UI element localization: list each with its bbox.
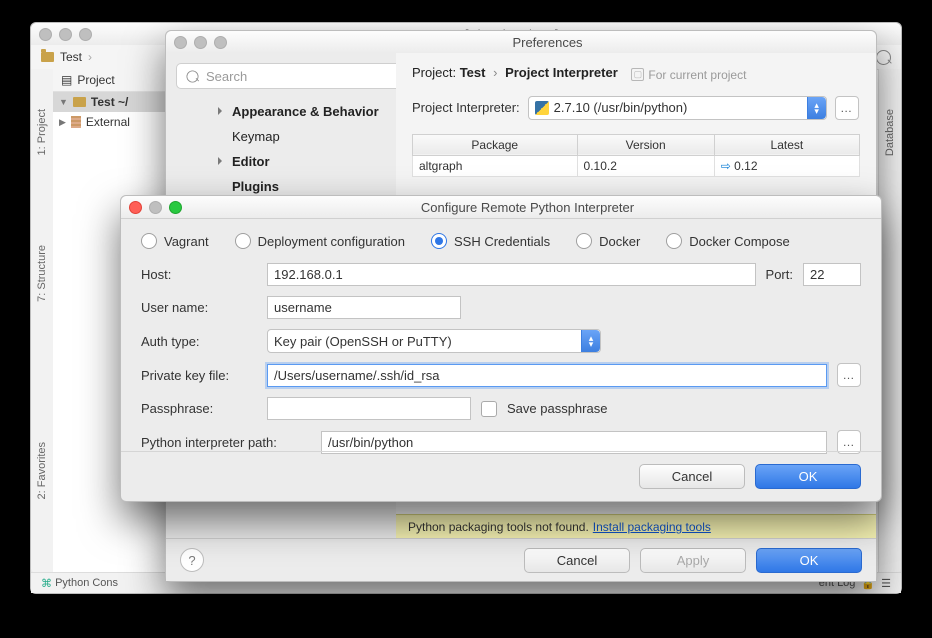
interpreter-label: Project Interpreter: [412, 100, 520, 115]
save-passphrase-checkbox[interactable] [481, 401, 497, 417]
prefs-traffic-lights[interactable] [174, 36, 227, 49]
apply-button[interactable]: Apply [640, 548, 746, 573]
interpreter-settings-button[interactable]: … [835, 96, 859, 120]
pkg-col-version[interactable]: Version [577, 134, 714, 155]
prefs-title: Preferences [227, 35, 868, 50]
connection-type-radios: Vagrant Deployment configuration SSH Crede… [141, 233, 861, 249]
update-arrow-icon: ⇨ [721, 159, 731, 173]
hector-icon[interactable]: ☰ [881, 577, 891, 590]
radio-icon [576, 233, 592, 249]
radio-icon [235, 233, 251, 249]
host-label: Host: [141, 267, 257, 282]
warning-bar: Python packaging tools not found. Instal… [396, 514, 876, 539]
folder-icon [73, 97, 86, 107]
auth-type-label: Auth type: [141, 334, 257, 349]
pypath-label: Python interpreter path: [141, 435, 311, 450]
cancel-button[interactable]: Cancel [639, 464, 745, 489]
port-input[interactable]: 22 [803, 263, 861, 286]
host-input[interactable]: 192.168.0.1 [267, 263, 756, 286]
save-passphrase-label: Save passphrase [507, 401, 607, 416]
auth-type-select[interactable]: Key pair (OpenSSH or PuTTY) ▴▾ [267, 329, 601, 353]
prefs-category-item[interactable]: Editor [216, 149, 406, 174]
python-icon [535, 101, 549, 115]
radio-vagrant[interactable]: Vagrant [141, 233, 209, 249]
project-panel-icon: ▤ [61, 73, 72, 87]
search-input[interactable]: Search [176, 63, 424, 89]
pkg-col-package[interactable]: Package [413, 134, 578, 155]
chevron-right-icon: › [88, 50, 92, 64]
username-input[interactable]: username [267, 296, 461, 319]
radio-docker[interactable]: Docker [576, 233, 640, 249]
search-icon [187, 70, 199, 82]
breadcrumb-item[interactable]: Test [60, 50, 82, 64]
radio-docker-compose[interactable]: Docker Compose [666, 233, 789, 249]
private-key-input[interactable]: /Users/username/.ssh/id_rsa [267, 364, 827, 387]
cancel-button[interactable]: Cancel [524, 548, 630, 573]
ok-button[interactable]: OK [756, 548, 862, 573]
radio-ssh-credentials[interactable]: SSH Credentials [431, 233, 550, 249]
packages-table: Package Version Latest altgraph 0.10.2 ⇨… [412, 134, 860, 177]
ide-traffic-lights[interactable] [39, 28, 92, 41]
install-packaging-link[interactable]: Install packaging tools [593, 520, 711, 534]
passphrase-label: Passphrase: [141, 401, 257, 416]
prefs-category-item[interactable]: Appearance & Behavior [216, 99, 406, 124]
prefs-category-list: Appearance & BehaviorKeymapEditorPlugins [176, 99, 406, 199]
search-icon[interactable] [876, 50, 891, 65]
pkg-col-latest[interactable]: Latest [714, 134, 859, 155]
interpreter-select[interactable]: 2.7.10 (/usr/bin/python) ▴▾ [528, 96, 827, 120]
radio-icon [141, 233, 157, 249]
port-label: Port: [766, 267, 793, 282]
browse-key-button[interactable]: … [837, 363, 861, 387]
cfg-traffic-lights[interactable] [129, 201, 182, 214]
library-icon [71, 116, 81, 128]
tool-database[interactable]: Database [884, 109, 896, 156]
tool-structure[interactable]: 7: Structure [36, 245, 48, 302]
status-console[interactable]: Python Cons [55, 577, 118, 589]
passphrase-input[interactable] [267, 397, 471, 420]
prefs-breadcrumb: Project: Test › Project Interpreter ▢For… [412, 65, 860, 82]
cfg-title: Configure Remote Python Interpreter [182, 200, 873, 215]
table-row[interactable]: altgraph 0.10.2 ⇨ 0.12 [413, 155, 860, 176]
radio-icon [431, 233, 447, 249]
username-label: User name: [141, 300, 257, 315]
tool-project[interactable]: 1: Project [36, 109, 48, 155]
ok-button[interactable]: OK [755, 464, 861, 489]
folder-icon [41, 52, 54, 62]
prefs-category-item[interactable]: Keymap [216, 124, 406, 149]
python-console-icon[interactable]: ⌘ [41, 577, 52, 590]
radio-deployment-configuration[interactable]: Deployment configuration [235, 233, 405, 249]
help-button[interactable]: ? [180, 548, 204, 572]
project-panel-title: Project [77, 73, 114, 87]
radio-icon [666, 233, 682, 249]
private-key-label: Private key file: [141, 368, 257, 383]
tool-favorites[interactable]: 2: Favorites [36, 442, 48, 499]
